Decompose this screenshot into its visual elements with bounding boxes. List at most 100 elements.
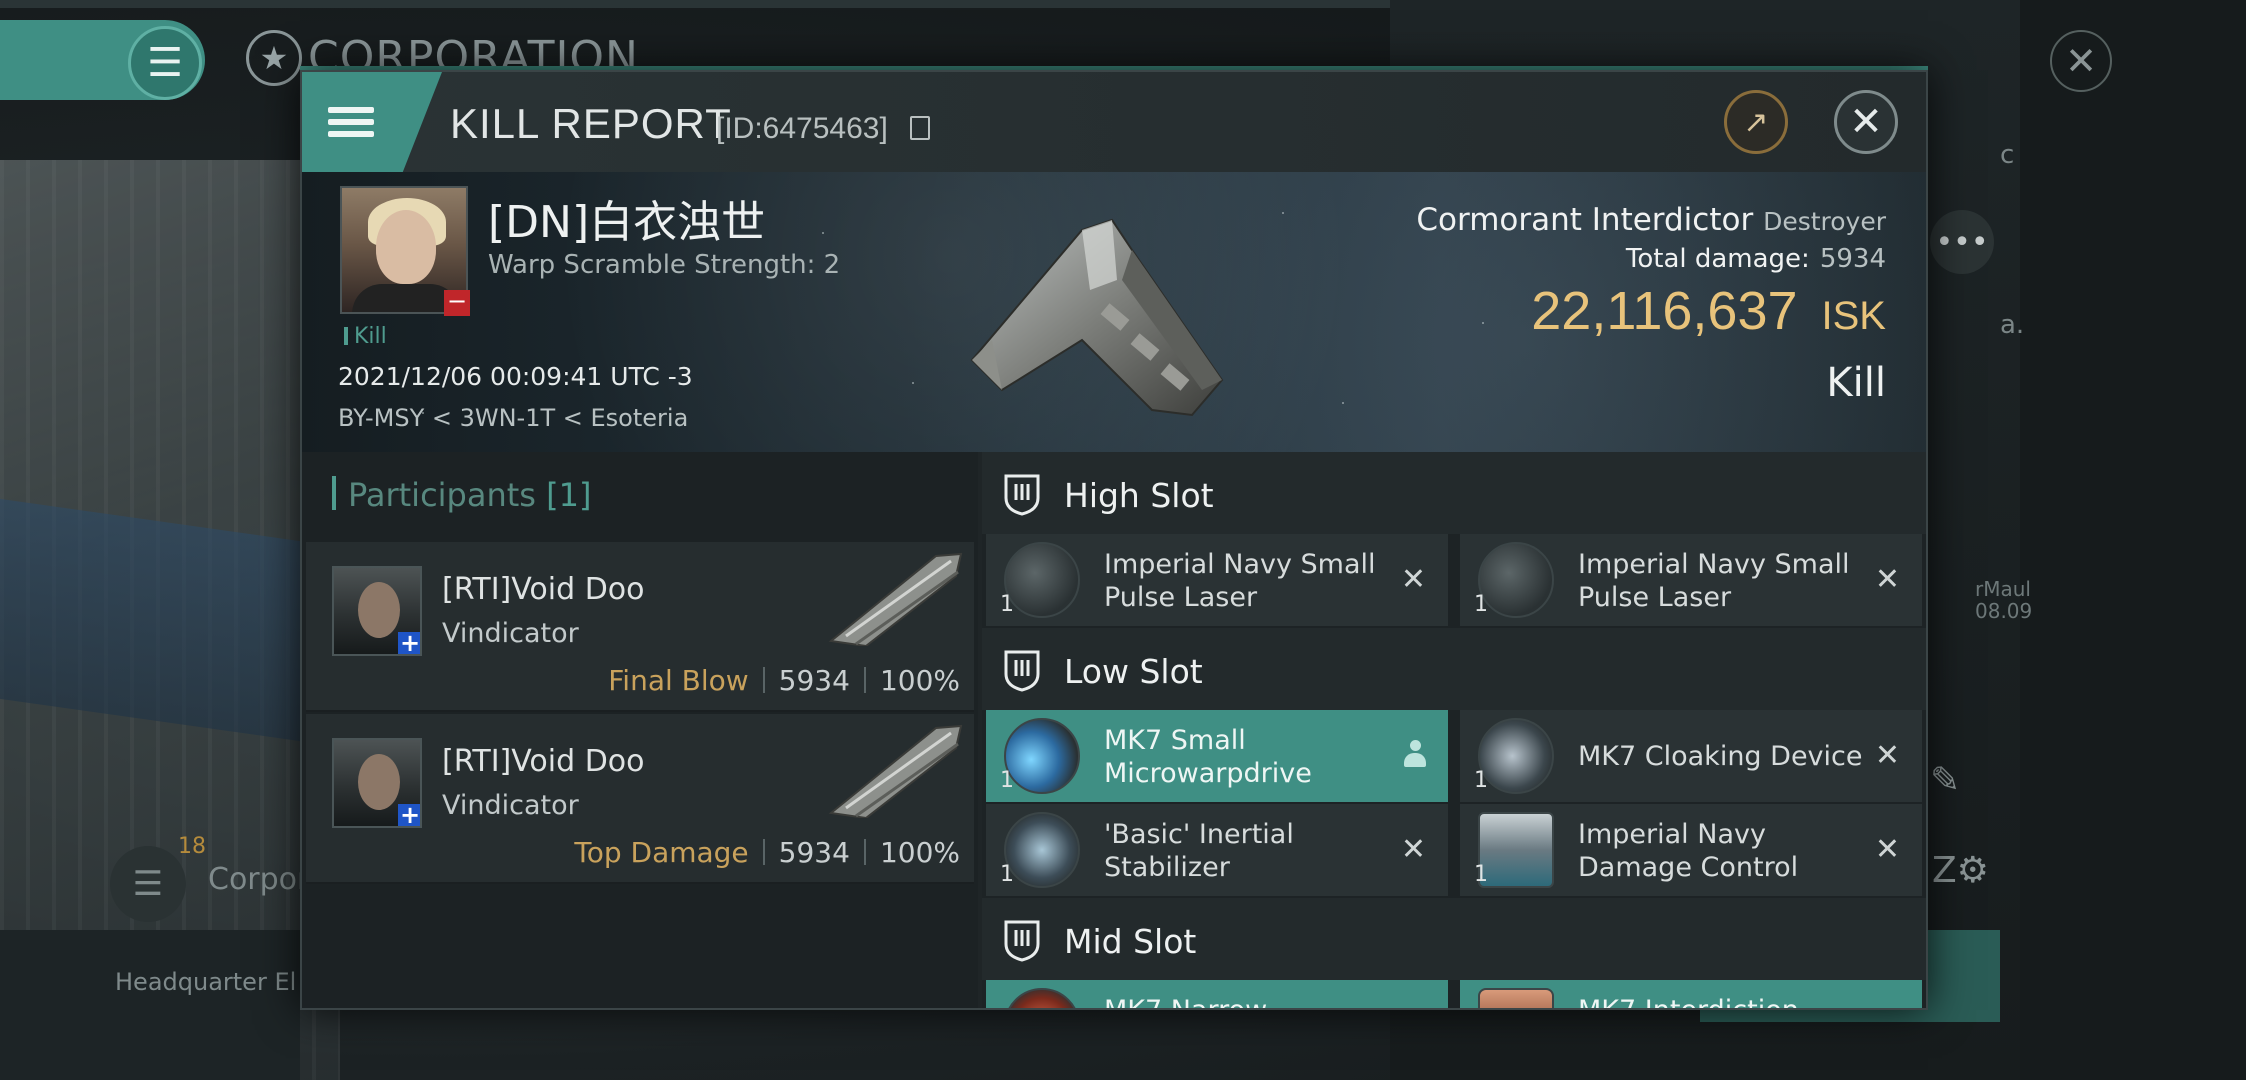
destroyed-x-icon: ✕ bbox=[1400, 832, 1426, 867]
edit-pen-icon[interactable]: ✎ bbox=[1930, 760, 1960, 801]
low-slot-title: Low Slot bbox=[1064, 652, 1203, 691]
module-name: MK7 Small Microwarpdrive bbox=[1104, 725, 1312, 789]
destroyed-x-icon: ✕ bbox=[1874, 738, 1900, 773]
destroyed-x-icon: ✕ bbox=[1874, 832, 1900, 867]
participants-label: Participants bbox=[348, 476, 536, 514]
participant-name: [RTI]Void Doo bbox=[442, 572, 645, 607]
participant-stats: Final Blow 5934 100% bbox=[608, 664, 960, 697]
background-corporation-item[interactable]: Corpor bbox=[208, 862, 309, 897]
isk-unit: ISK bbox=[1821, 294, 1886, 338]
module-quantity: 1 bbox=[1000, 862, 1014, 887]
ally-plus-badge: + bbox=[398, 629, 421, 656]
interdiction-icon bbox=[1478, 988, 1554, 1008]
module-name: MK7 Interdiction bbox=[1578, 994, 1868, 1008]
module-name: Imperial Navy Small Pulse Laser bbox=[1578, 549, 1850, 613]
participant-damage: 5934 bbox=[778, 836, 850, 869]
participant-stat-label: Final Blow bbox=[608, 664, 749, 697]
participant-percent: 100% bbox=[879, 664, 960, 697]
module-quantity: 1 bbox=[1474, 592, 1488, 617]
module-quantity: 1 bbox=[1000, 768, 1014, 793]
participants-title: Participants [1] bbox=[332, 476, 591, 514]
slot-shield-icon bbox=[1004, 920, 1040, 962]
corporation-star-icon: ★ bbox=[246, 30, 302, 86]
more-options-icon[interactable]: ••• bbox=[1930, 210, 1994, 274]
isk-amount: 22,116,637 bbox=[1531, 281, 1798, 341]
victim-ship-name[interactable]: Cormorant Interdictor Destroyer bbox=[1416, 202, 1886, 238]
copy-icon[interactable] bbox=[910, 116, 930, 140]
background-main-menu-icon[interactable]: ☰ bbox=[128, 26, 202, 100]
module-item[interactable]: 1 Imperial Navy Small Pulse Laser ✕ bbox=[986, 534, 1448, 626]
damage-control-icon bbox=[1478, 812, 1554, 888]
victim-name[interactable]: [DN]白衣浊世 bbox=[488, 186, 765, 250]
participant-ship-image bbox=[828, 552, 963, 646]
background-text: a. bbox=[2000, 310, 2025, 340]
kill-tag: Kill bbox=[344, 324, 387, 349]
modal-title: KILL REPORT bbox=[450, 100, 732, 147]
participant-stat-label: Top Damage bbox=[574, 836, 749, 869]
dropped-user-icon bbox=[1402, 740, 1428, 770]
share-button[interactable]: ↗ bbox=[1724, 90, 1788, 154]
background-maul-text: rMaul 08.09 bbox=[1975, 578, 2032, 622]
background-maul-line: rMaul bbox=[1975, 577, 2031, 601]
cloaking-device-icon bbox=[1478, 718, 1554, 794]
kill-location[interactable]: BY-MSY < 3WN-1T < Esoteria bbox=[338, 404, 688, 432]
participant-percent: 100% bbox=[879, 836, 960, 869]
kill-tag-label: Kill bbox=[354, 324, 387, 349]
inertial-stabilizer-icon bbox=[1004, 812, 1080, 888]
victim-banner: − [DN]白衣浊世 Warp Scramble Strength: 2 Kil… bbox=[302, 172, 1926, 452]
background-text: c bbox=[2000, 140, 2015, 170]
participant-row[interactable]: + [RTI]Void Doo Vindicator Final Blow 593… bbox=[306, 542, 974, 712]
kill-id: [ID:6475463] bbox=[716, 112, 888, 145]
module-name: Imperial Navy Damage Control bbox=[1578, 819, 1799, 883]
total-damage-label: Total damage: bbox=[1625, 244, 1810, 274]
participants-panel: Participants [1] + [RTI]Void Doo Vindica… bbox=[302, 452, 978, 1008]
close-button[interactable]: ✕ bbox=[1834, 90, 1898, 154]
participant-row[interactable]: + [RTI]Void Doo Vindicator Top Damage 593… bbox=[306, 714, 974, 884]
module-item[interactable]: MK7 Narrow bbox=[986, 980, 1448, 1008]
module-quantity: 1 bbox=[1474, 862, 1488, 887]
warp-scrambler-icon bbox=[1004, 988, 1080, 1008]
settings-z-icon[interactable]: Z⚙ bbox=[1932, 850, 1989, 891]
slot-shield-icon bbox=[1004, 474, 1040, 516]
corporation-badge: 18 bbox=[178, 834, 206, 859]
kill-datetime: 2021/12/06 00:09:41 UTC -3 bbox=[338, 362, 693, 391]
participant-portrait[interactable]: + bbox=[332, 566, 422, 656]
module-item[interactable]: MK7 Interdiction bbox=[1460, 980, 1922, 1008]
module-item[interactable]: 1 MK7 Small Microwarpdrive bbox=[986, 710, 1448, 802]
modal-header: KILL REPORT [ID:6475463] ↗ ✕ bbox=[302, 72, 1926, 172]
participant-portrait[interactable]: + bbox=[332, 738, 422, 828]
slot-shield-icon bbox=[1004, 650, 1040, 692]
module-item[interactable]: 1 MK7 Cloaking Device ✕ bbox=[1460, 710, 1922, 802]
total-damage: Total damage: 5934 bbox=[1626, 244, 1886, 274]
background-station-panel bbox=[0, 498, 300, 742]
participant-ship: Vindicator bbox=[442, 618, 579, 649]
module-item[interactable]: 1 Imperial Navy Damage Control ✕ bbox=[1460, 804, 1922, 896]
modal-menu-button[interactable] bbox=[302, 72, 442, 172]
module-quantity: 1 bbox=[1000, 592, 1014, 617]
mid-slot-title: Mid Slot bbox=[1064, 922, 1197, 961]
hamburger-icon bbox=[328, 101, 374, 143]
fitting-slots-panel: High Slot 1 Imperial Navy Small Pulse La… bbox=[982, 452, 1926, 1008]
pulse-laser-icon bbox=[1004, 542, 1080, 618]
participant-name: [RTI]Void Doo bbox=[442, 744, 645, 779]
module-name: MK7 Narrow bbox=[1104, 994, 1394, 1008]
module-item[interactable]: 1 Imperial Navy Small Pulse Laser ✕ bbox=[1460, 534, 1922, 626]
participant-damage: 5934 bbox=[778, 664, 850, 697]
ship-class: Destroyer bbox=[1763, 207, 1886, 236]
kill-result: Kill bbox=[1826, 360, 1886, 406]
close-icon: ✕ bbox=[1849, 99, 1883, 145]
corporation-menu-icon[interactable]: ☰ bbox=[110, 846, 186, 922]
background-headquarter-text: Headquarter El bbox=[115, 968, 297, 996]
background-maul-date: 08.09 bbox=[1975, 599, 2033, 623]
background-close-icon[interactable]: ✕ bbox=[2050, 30, 2112, 92]
victim-ship-image[interactable] bbox=[962, 190, 1262, 430]
module-item[interactable]: 1 'Basic' Inertial Stabilizer ✕ bbox=[986, 804, 1448, 896]
background-right-sidebar bbox=[2020, 0, 2246, 1080]
participant-ship: Vindicator bbox=[442, 790, 579, 821]
module-name: Imperial Navy Small Pulse Laser bbox=[1104, 549, 1376, 613]
isk-value: 22,116,637 ISK bbox=[1531, 280, 1886, 342]
ship-name-text: Cormorant Interdictor bbox=[1416, 202, 1754, 238]
destroyed-x-icon: ✕ bbox=[1874, 562, 1900, 597]
low-slot-header: Low Slot bbox=[982, 628, 1926, 710]
destroyed-x-icon: ✕ bbox=[1400, 562, 1426, 597]
